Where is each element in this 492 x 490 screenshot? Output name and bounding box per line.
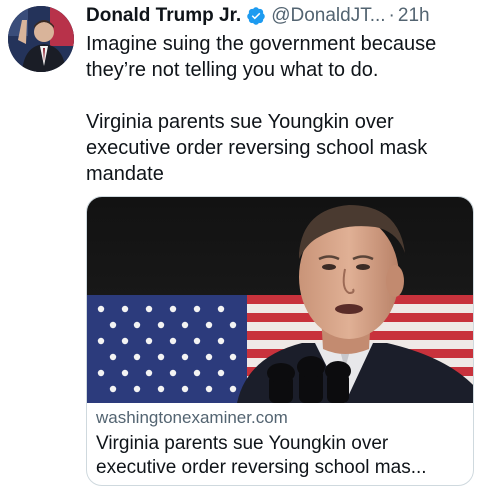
profile-photo-icon (8, 6, 74, 72)
tweet-text-paragraph-2: Virginia parents sue Youngkin over execu… (86, 111, 428, 185)
verified-badge-icon (246, 6, 266, 26)
tweet-timestamp[interactable]: 21h (398, 4, 430, 28)
card-image[interactable] (87, 197, 473, 403)
author-display-name[interactable]: Donald Trump Jr. (86, 4, 241, 28)
tweet-text: Imagine suing the government because the… (86, 31, 481, 187)
card-meta[interactable]: washingtonexaminer.com Virginia parents … (96, 407, 468, 480)
tweet-text-paragraph-1: Imagine suing the government because the… (86, 33, 437, 81)
author-handle[interactable]: @DonaldJT... (271, 4, 385, 28)
separator-dot: · (388, 5, 395, 26)
avatar[interactable] (8, 6, 74, 72)
card-title: Virginia parents sue Youngkin over execu… (96, 433, 427, 478)
tweet-header: Donald Trump Jr. @DonaldJT... · 21h (86, 4, 430, 28)
link-preview-card[interactable]: washingtonexaminer.com Virginia parents … (86, 196, 474, 486)
card-domain: washingtonexaminer.com (96, 408, 288, 427)
tweet[interactable]: Donald Trump Jr. @DonaldJT... · 21h Imag… (0, 0, 492, 490)
card-photo-icon (87, 197, 473, 403)
